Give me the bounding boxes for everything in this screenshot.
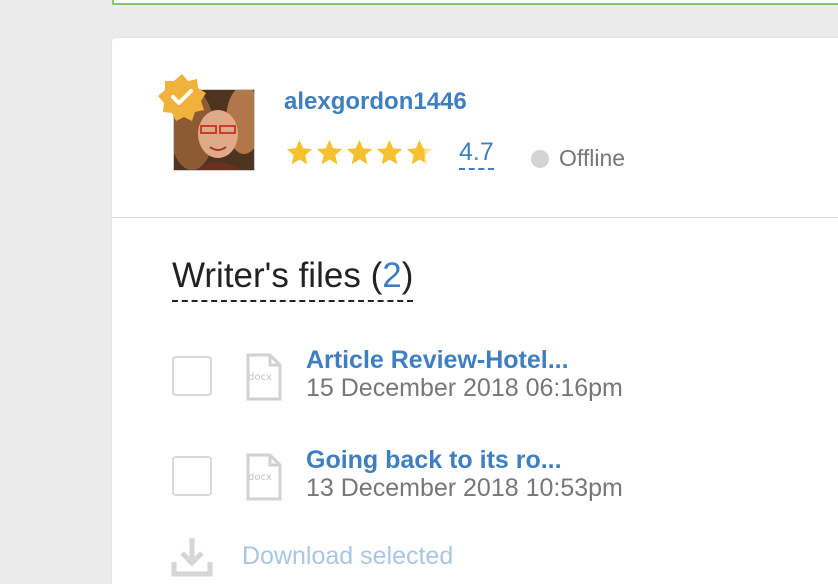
status-text: Offline (559, 145, 626, 171)
verified-badge-icon (158, 74, 206, 121)
star-icon (316, 139, 343, 165)
files-count-open: ( (370, 256, 383, 295)
download-selected-label: Download selected (242, 541, 454, 570)
docx-file-icon: docx (246, 453, 282, 501)
file-name-link[interactable]: Going back to its ro... (306, 446, 562, 475)
download-icon (171, 538, 213, 577)
files-count: 2 (382, 256, 402, 295)
download-selected-button[interactable]: Download selected (170, 534, 453, 578)
docx-file-icon: docx (246, 353, 282, 401)
file-row: docx Article Review-Hotel... 15 December… (172, 346, 732, 410)
svg-text:docx: docx (248, 472, 272, 483)
star-icon (346, 139, 373, 165)
top-panel (112, 0, 838, 5)
file-name-link[interactable]: Article Review-Hotel... (306, 346, 569, 375)
file-date: 13 December 2018 10:53pm (306, 474, 623, 502)
profile-section: alexgordon1446 4.7 Offline (112, 38, 838, 218)
file-checkbox[interactable] (172, 456, 212, 496)
svg-text:docx: docx (248, 372, 272, 383)
rating-value[interactable]: 4.7 (459, 138, 494, 170)
star-half-icon (406, 139, 433, 165)
files-title-label: Writer's files (172, 256, 361, 295)
star-icon (286, 139, 313, 165)
writer-card: alexgordon1446 4.7 Offline Writer's file… (112, 38, 838, 584)
status-indicator: Offline (531, 145, 625, 172)
files-count-close: ) (401, 256, 414, 295)
status-dot-icon (531, 149, 549, 168)
username-link[interactable]: alexgordon1446 (284, 88, 467, 116)
file-row: docx Going back to its ro... 13 December… (172, 446, 732, 510)
rating-stars (285, 138, 434, 167)
file-checkbox[interactable] (172, 356, 212, 396)
file-date: 15 December 2018 06:16pm (306, 374, 623, 402)
star-icon (376, 139, 403, 165)
files-section-title[interactable]: Writer's files (2) (172, 256, 414, 302)
